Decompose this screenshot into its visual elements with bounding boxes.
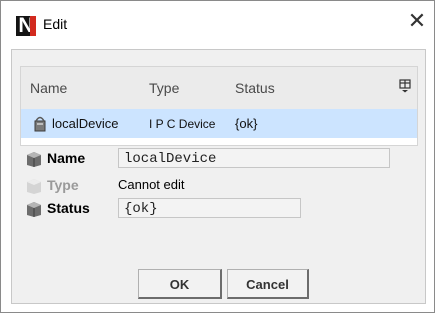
table-options-icon[interactable] (399, 79, 411, 93)
device-table: Name Type Status localDevice I P C Devic… (20, 66, 418, 146)
column-header-status[interactable]: Status (235, 80, 275, 96)
column-header-type[interactable]: Type (149, 80, 179, 96)
close-button[interactable]: ✕ (400, 3, 434, 43)
cell-name: localDevice (52, 116, 119, 131)
column-header-name[interactable]: Name (30, 80, 67, 96)
table-header: Name Type Status (21, 67, 417, 109)
window-title: Edit (43, 16, 68, 32)
property-row-status: Status {ok} (25, 198, 405, 220)
slot-cube-icon (27, 179, 41, 194)
table-row[interactable]: localDevice I P C Device {ok} (21, 109, 417, 138)
cell-type: I P C Device (149, 117, 216, 131)
name-field[interactable]: localDevice (118, 148, 390, 168)
cancel-button[interactable]: Cancel (227, 269, 309, 299)
property-label-name: Name (47, 150, 86, 166)
title-bar: N Edit ✕ (1, 1, 434, 49)
device-icon (34, 116, 46, 132)
property-row-name: Name localDevice (25, 148, 405, 170)
cell-status: {ok} (235, 116, 258, 131)
property-label-status: Status (47, 200, 90, 216)
slot-cube-icon (27, 202, 41, 217)
property-row-type: Type Cannot edit (25, 175, 405, 197)
slot-cube-icon (27, 152, 41, 167)
app-logo-icon: N (16, 16, 36, 36)
type-value: Cannot edit (118, 177, 185, 192)
status-field: {ok} (118, 198, 301, 218)
property-label-type: Type (47, 177, 79, 193)
ok-button[interactable]: OK (138, 269, 222, 299)
